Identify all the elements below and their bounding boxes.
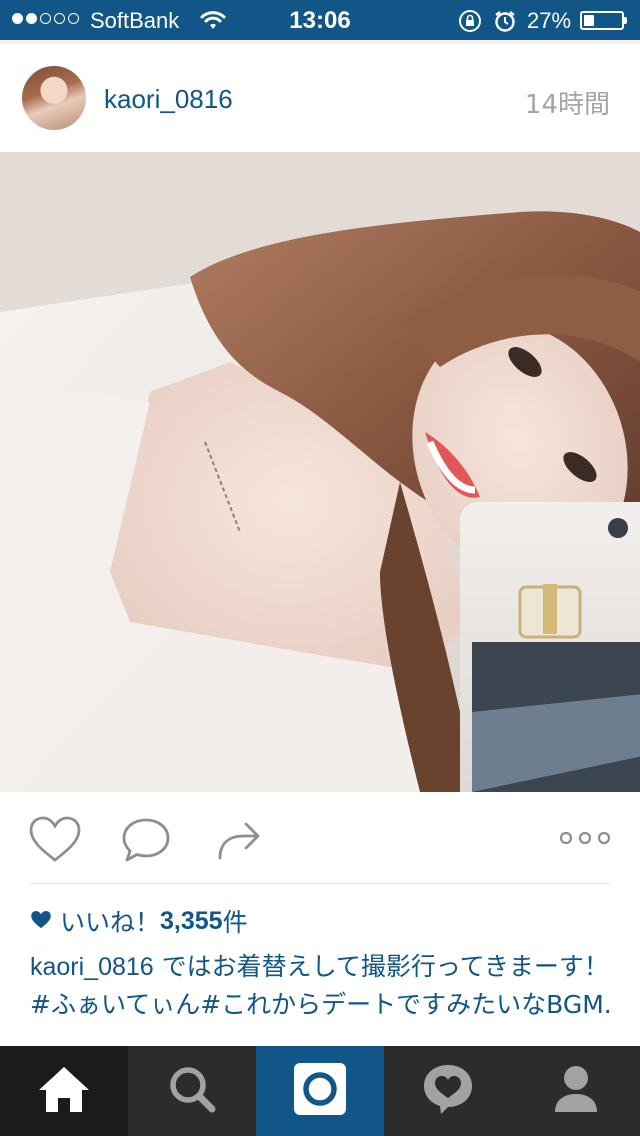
heart-icon[interactable] — [28, 816, 82, 868]
activity-icon — [421, 1062, 475, 1120]
status-bar: SoftBank 13:06 27% — [0, 0, 640, 40]
alarm-icon — [493, 9, 517, 38]
tab-home[interactable] — [0, 1046, 128, 1136]
likes-label: いいね！ — [60, 908, 161, 937]
post-timestamp: 14時間 — [524, 90, 610, 120]
post-photo[interactable] — [0, 152, 640, 792]
search-icon — [167, 1064, 217, 1118]
avatar[interactable] — [22, 66, 86, 130]
tab-bar — [0, 1046, 640, 1136]
post-actions — [0, 792, 640, 884]
battery-percentage: 27% — [527, 8, 572, 33]
home-icon — [36, 1064, 92, 1118]
tab-search[interactable] — [128, 1046, 256, 1136]
divider — [30, 883, 610, 884]
battery-icon — [580, 11, 624, 30]
profile-icon — [552, 1064, 600, 1118]
like-heart-icon — [30, 907, 52, 936]
post-caption: kaori_0816 ではお着替えして撮影行ってきまーす！#ふぁいてぃん#これか… — [30, 948, 615, 1024]
likes-row[interactable]: いいね！ 3,355 件 — [30, 903, 248, 939]
camera-icon — [293, 1062, 347, 1120]
more-icon[interactable] — [559, 830, 611, 849]
post-username[interactable]: kaori_0816 — [104, 84, 233, 115]
rotation-lock-icon — [458, 9, 482, 38]
post-header: kaori_0816 14時間 — [0, 40, 640, 152]
tab-profile[interactable] — [512, 1046, 640, 1136]
caption-username[interactable]: kaori_0816 — [30, 953, 154, 981]
likes-count: 3,355 — [160, 906, 223, 935]
tab-camera[interactable] — [256, 1046, 384, 1136]
likes-unit: 件 — [222, 908, 248, 937]
tab-activity[interactable] — [384, 1046, 512, 1136]
comment-icon[interactable] — [120, 816, 172, 868]
share-icon[interactable] — [216, 816, 262, 866]
